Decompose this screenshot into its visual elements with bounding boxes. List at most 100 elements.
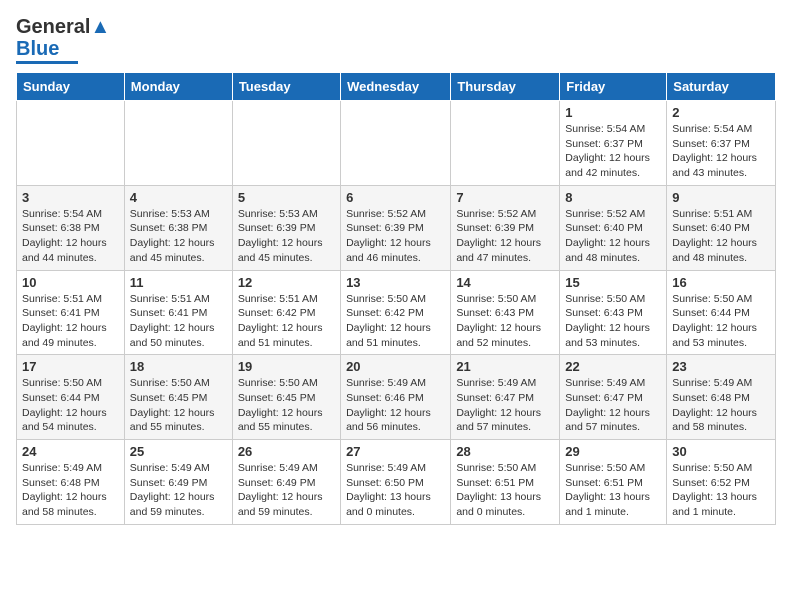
day-info: Sunrise: 5:49 AM Sunset: 6:48 PM Dayligh… [672, 376, 770, 435]
day-info: Sunrise: 5:49 AM Sunset: 6:49 PM Dayligh… [130, 461, 227, 520]
calendar-cell: 9 Sunrise: 5:51 AM Sunset: 6:40 PM Daylig… [667, 185, 776, 270]
day-info: Sunrise: 5:50 AM Sunset: 6:42 PM Dayligh… [346, 292, 445, 351]
day-number: 15 [565, 275, 661, 290]
calendar-week-2: 3 Sunrise: 5:54 AM Sunset: 6:38 PM Daylig… [17, 185, 776, 270]
calendar-cell [232, 101, 340, 186]
day-number: 27 [346, 444, 445, 459]
day-info: Sunrise: 5:50 AM Sunset: 6:51 PM Dayligh… [565, 461, 661, 520]
day-number: 1 [565, 105, 661, 120]
calendar-cell: 13Sunrise: 5:50 AM Sunset: 6:42 PM Dayli… [341, 270, 451, 355]
day-number: 24 [22, 444, 119, 459]
calendar-cell: 28 Sunrise: 5:50 AM Sunset: 6:51 PM Dayli… [451, 440, 560, 525]
day-number: 10 [22, 275, 119, 290]
day-header-monday: Monday [124, 73, 232, 101]
day-info: Sunrise: 5:54 AM Sunset: 6:37 PM Dayligh… [565, 122, 661, 181]
day-number: 4 [130, 190, 227, 205]
day-info: Sunrise: 5:53 AM Sunset: 6:39 PM Dayligh… [238, 207, 335, 266]
day-number: 29 [565, 444, 661, 459]
calendar-cell: 25 Sunrise: 5:49 AM Sunset: 6:49 PM Dayli… [124, 440, 232, 525]
day-info: Sunrise: 5:50 AM Sunset: 6:45 PM Dayligh… [238, 376, 335, 435]
day-info: Sunrise: 5:49 AM Sunset: 6:49 PM Dayligh… [238, 461, 335, 520]
day-info: Sunrise: 5:50 AM Sunset: 6:45 PM Dayligh… [130, 376, 227, 435]
calendar-cell: 27 Sunrise: 5:49 AM Sunset: 6:50 PM Dayli… [341, 440, 451, 525]
day-number: 17 [22, 359, 119, 374]
day-info: Sunrise: 5:51 AM Sunset: 6:41 PM Dayligh… [130, 292, 227, 351]
calendar-cell: 5 Sunrise: 5:53 AM Sunset: 6:39 PM Daylig… [232, 185, 340, 270]
day-info: Sunrise: 5:51 AM Sunset: 6:42 PM Dayligh… [238, 292, 335, 351]
calendar-cell: 21 Sunrise: 5:49 AM Sunset: 6:47 PM Dayli… [451, 355, 560, 440]
calendar-cell: 22Sunrise: 5:49 AM Sunset: 6:47 PM Dayli… [560, 355, 667, 440]
calendar-cell: 4Sunrise: 5:53 AM Sunset: 6:38 PM Daylig… [124, 185, 232, 270]
calendar-cell: 2 Sunrise: 5:54 AM Sunset: 6:37 PM Daylig… [667, 101, 776, 186]
calendar-week-4: 17 Sunrise: 5:50 AM Sunset: 6:44 PM Dayli… [17, 355, 776, 440]
day-info: Sunrise: 5:49 AM Sunset: 6:50 PM Dayligh… [346, 461, 445, 520]
day-number: 6 [346, 190, 445, 205]
calendar-cell: 18 Sunrise: 5:50 AM Sunset: 6:45 PM Dayli… [124, 355, 232, 440]
day-number: 3 [22, 190, 119, 205]
calendar-week-1: 1 Sunrise: 5:54 AM Sunset: 6:37 PM Daylig… [17, 101, 776, 186]
calendar-cell: 16 Sunrise: 5:50 AM Sunset: 6:44 PM Dayli… [667, 270, 776, 355]
day-info: Sunrise: 5:52 AM Sunset: 6:39 PM Dayligh… [346, 207, 445, 266]
calendar-cell: 3 Sunrise: 5:54 AM Sunset: 6:38 PM Daylig… [17, 185, 125, 270]
day-info: Sunrise: 5:49 AM Sunset: 6:48 PM Dayligh… [22, 461, 119, 520]
day-number: 30 [672, 444, 770, 459]
calendar-cell: 11Sunrise: 5:51 AM Sunset: 6:41 PM Dayli… [124, 270, 232, 355]
logo: General▲ Blue [16, 16, 110, 64]
day-number: 20 [346, 359, 445, 374]
calendar-cell: 10Sunrise: 5:51 AM Sunset: 6:41 PM Dayli… [17, 270, 125, 355]
calendar-cell: 26Sunrise: 5:49 AM Sunset: 6:49 PM Dayli… [232, 440, 340, 525]
day-info: Sunrise: 5:54 AM Sunset: 6:37 PM Dayligh… [672, 122, 770, 181]
calendar-cell: 19 Sunrise: 5:50 AM Sunset: 6:45 PM Dayli… [232, 355, 340, 440]
day-number: 5 [238, 190, 335, 205]
day-number: 28 [456, 444, 554, 459]
calendar-cell: 15 Sunrise: 5:50 AM Sunset: 6:43 PM Dayli… [560, 270, 667, 355]
day-info: Sunrise: 5:54 AM Sunset: 6:38 PM Dayligh… [22, 207, 119, 266]
day-info: Sunrise: 5:49 AM Sunset: 6:47 PM Dayligh… [456, 376, 554, 435]
day-info: Sunrise: 5:50 AM Sunset: 6:44 PM Dayligh… [672, 292, 770, 351]
calendar-cell [451, 101, 560, 186]
day-info: Sunrise: 5:51 AM Sunset: 6:40 PM Dayligh… [672, 207, 770, 266]
day-number: 7 [456, 190, 554, 205]
calendar-cell: 29 Sunrise: 5:50 AM Sunset: 6:51 PM Dayli… [560, 440, 667, 525]
calendar-cell: 7 Sunrise: 5:52 AM Sunset: 6:39 PM Daylig… [451, 185, 560, 270]
day-number: 22 [565, 359, 661, 374]
day-info: Sunrise: 5:50 AM Sunset: 6:44 PM Dayligh… [22, 376, 119, 435]
day-info: Sunrise: 5:52 AM Sunset: 6:40 PM Dayligh… [565, 207, 661, 266]
calendar-week-3: 10 Sunrise: 5:51 AM Sunset: 6:41 PM Dayli… [17, 270, 776, 355]
day-number: 12 [238, 275, 335, 290]
calendar-cell [124, 101, 232, 186]
day-header-saturday: Saturday [667, 73, 776, 101]
day-info: Sunrise: 5:50 AM Sunset: 6:51 PM Dayligh… [456, 461, 554, 520]
calendar-cell: 30 Sunrise: 5:50 AM Sunset: 6:52 PM Dayli… [667, 440, 776, 525]
header: General▲ Blue [16, 16, 776, 64]
day-header-tuesday: Tuesday [232, 73, 340, 101]
day-info: Sunrise: 5:49 AM Sunset: 6:46 PM Dayligh… [346, 376, 445, 435]
calendar-cell [17, 101, 125, 186]
day-header-wednesday: Wednesday [341, 73, 451, 101]
day-info: Sunrise: 5:52 AM Sunset: 6:39 PM Dayligh… [456, 207, 554, 266]
day-number: 25 [130, 444, 227, 459]
day-info: Sunrise: 5:50 AM Sunset: 6:52 PM Dayligh… [672, 461, 770, 520]
day-number: 16 [672, 275, 770, 290]
day-number: 9 [672, 190, 770, 205]
day-number: 19 [238, 359, 335, 374]
day-number: 21 [456, 359, 554, 374]
day-header-friday: Friday [560, 73, 667, 101]
day-header-sunday: Sunday [17, 73, 125, 101]
day-number: 2 [672, 105, 770, 120]
day-number: 8 [565, 190, 661, 205]
day-number: 18 [130, 359, 227, 374]
calendar-cell: 20 Sunrise: 5:49 AM Sunset: 6:46 PM Dayli… [341, 355, 451, 440]
calendar-cell: 24 Sunrise: 5:49 AM Sunset: 6:48 PM Dayli… [17, 440, 125, 525]
day-number: 23 [672, 359, 770, 374]
calendar-cell: 14 Sunrise: 5:50 AM Sunset: 6:43 PM Dayli… [451, 270, 560, 355]
calendar-cell: 23 Sunrise: 5:49 AM Sunset: 6:48 PM Dayli… [667, 355, 776, 440]
calendar-cell: 1 Sunrise: 5:54 AM Sunset: 6:37 PM Daylig… [560, 101, 667, 186]
calendar-week-5: 24 Sunrise: 5:49 AM Sunset: 6:48 PM Dayli… [17, 440, 776, 525]
day-info: Sunrise: 5:50 AM Sunset: 6:43 PM Dayligh… [456, 292, 554, 351]
calendar-cell [341, 101, 451, 186]
calendar-cell: 12 Sunrise: 5:51 AM Sunset: 6:42 PM Dayli… [232, 270, 340, 355]
day-info: Sunrise: 5:50 AM Sunset: 6:43 PM Dayligh… [565, 292, 661, 351]
day-number: 14 [456, 275, 554, 290]
calendar-cell: 6 Sunrise: 5:52 AM Sunset: 6:39 PM Daylig… [341, 185, 451, 270]
